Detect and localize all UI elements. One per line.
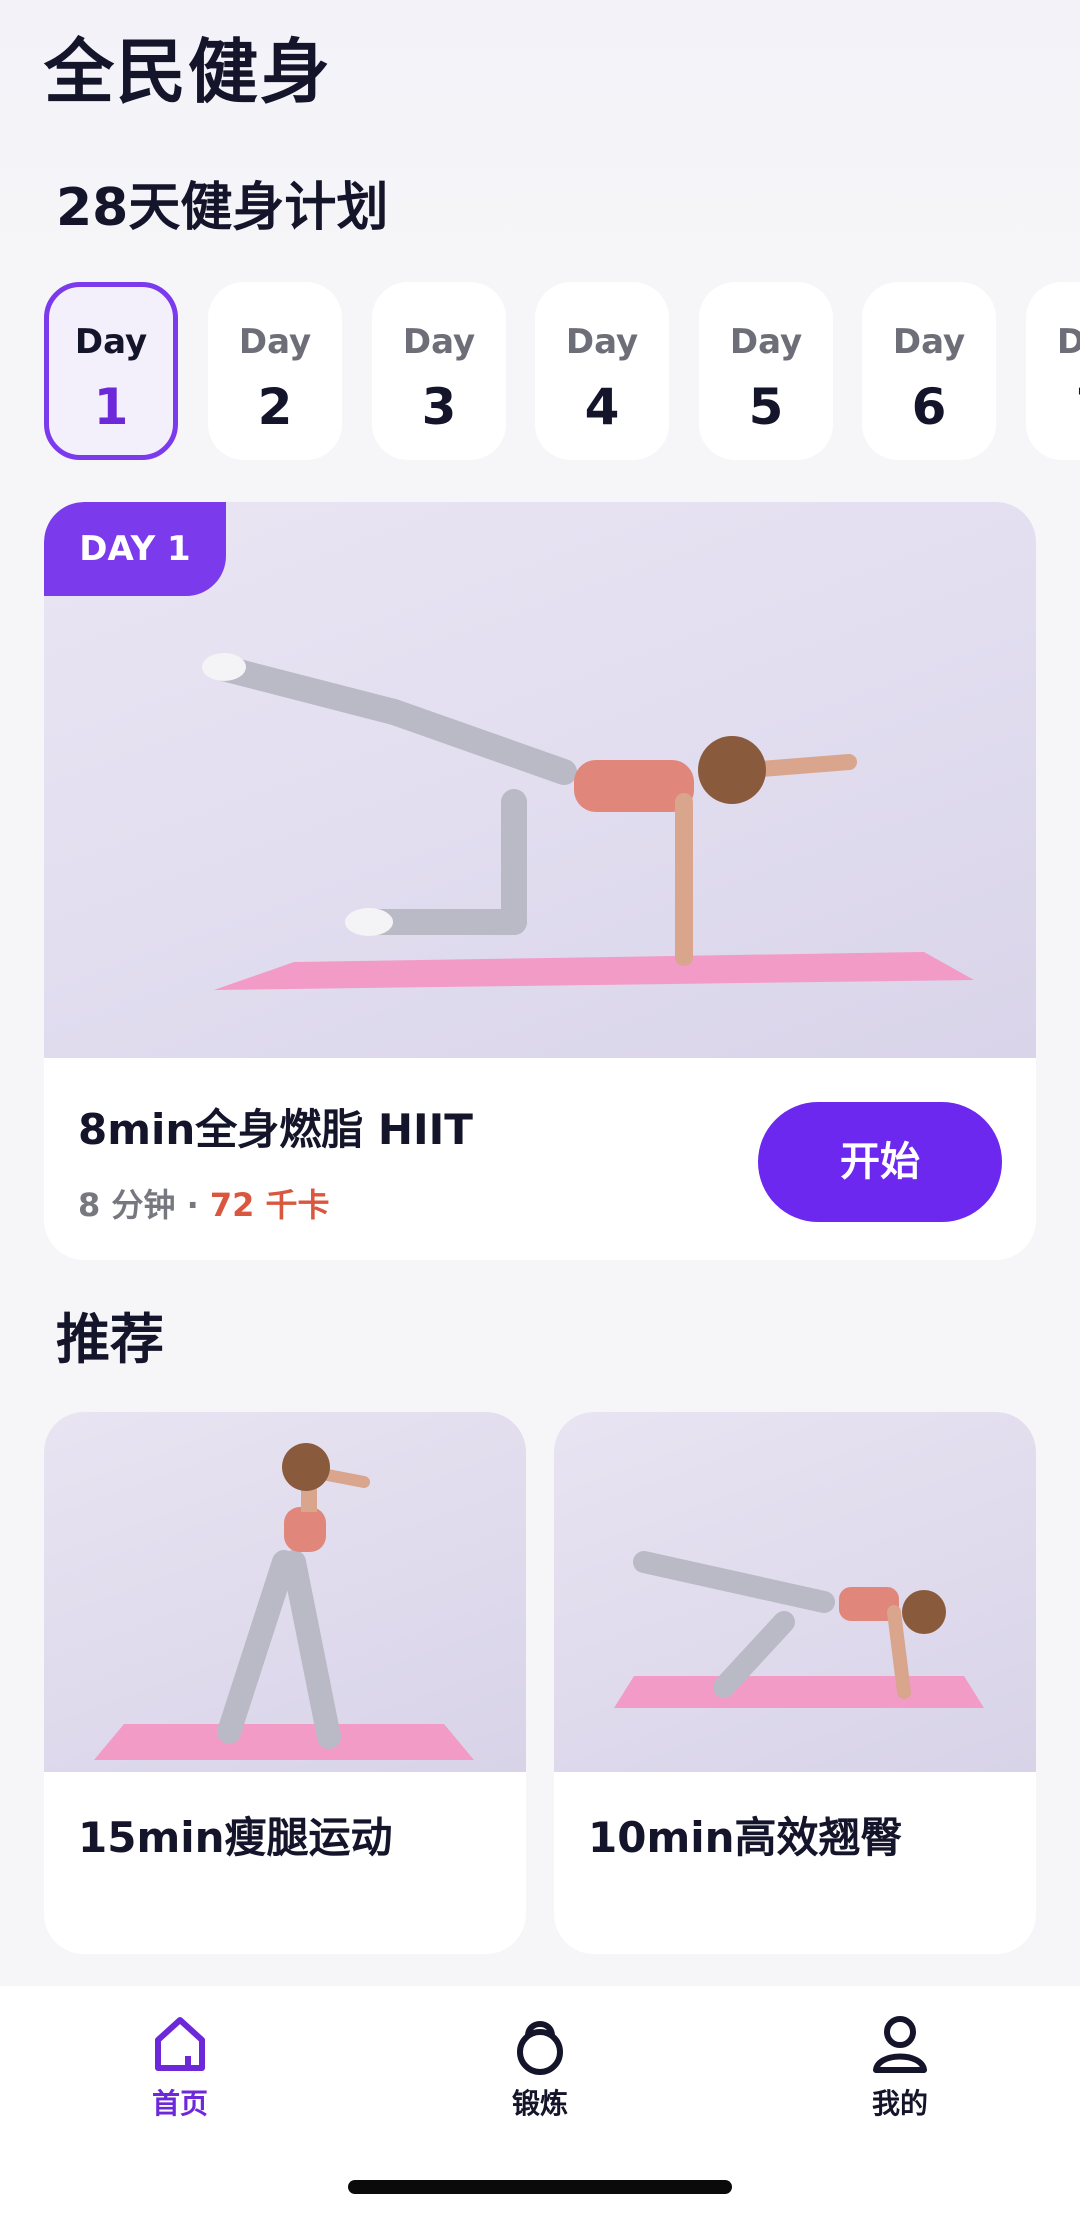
day-chip-label: Day xyxy=(238,322,312,362)
day-chip-number: 2 xyxy=(257,378,293,436)
user-icon xyxy=(873,2016,927,2073)
day-chip-number: 1 xyxy=(93,378,129,436)
meta-separator: · xyxy=(175,1186,210,1224)
day-selector: Day 1 Day 2 Day 3 Day 4 Day 5 Day 6 Day … xyxy=(44,282,1080,464)
app-title: 全民健身 xyxy=(44,31,332,113)
today-workout-card[interactable]: DAY 1 8min全身燃脂 HIIT 8 分钟 · 72 千卡 开始 xyxy=(44,502,1036,1260)
day-chip-4[interactable]: Day 4 xyxy=(535,282,669,460)
exercise-head xyxy=(698,736,766,804)
day-badge: DAY 1 xyxy=(44,502,226,596)
day-chip-2[interactable]: Day 2 xyxy=(208,282,342,460)
tab-profile[interactable]: 我的 xyxy=(790,1986,1010,2136)
day-chip-label: Day xyxy=(74,322,148,362)
tab-home[interactable]: 首页 xyxy=(70,1986,290,2136)
tab-label: 锻炼 xyxy=(511,2087,568,2120)
day-chip-7[interactable]: Day 7 xyxy=(1026,282,1080,460)
workout-photo: DAY 1 xyxy=(44,502,1036,1058)
day-chip-label: Day xyxy=(729,322,803,362)
day-chip-number: 3 xyxy=(421,378,457,436)
day-chip-number: 7 xyxy=(1026,378,1080,436)
workout-title: 8min全身燃脂 HIIT xyxy=(78,1105,473,1154)
home-icon xyxy=(155,2017,205,2071)
tab-label: 首页 xyxy=(151,2087,208,2120)
recommend-title: 推荐 xyxy=(56,1308,164,1371)
day-chip-5[interactable]: Day 5 xyxy=(699,282,833,460)
workout-photo xyxy=(44,1412,526,1772)
day-chip-3[interactable]: Day 3 xyxy=(372,282,506,460)
recommend-card-2[interactable]: 10min高效翘臀 xyxy=(554,1412,1036,1954)
exercise-figure xyxy=(206,654,577,935)
day-chip-label: Day xyxy=(565,322,639,362)
tab-workout[interactable]: 锻炼 xyxy=(430,1986,650,2136)
day-chip-1[interactable]: Day 1 xyxy=(44,282,178,460)
yoga-mat xyxy=(214,952,974,990)
home-indicator xyxy=(348,2180,732,2194)
day-chip-6[interactable]: Day 6 xyxy=(862,282,996,460)
day-chip-number: 5 xyxy=(748,378,784,436)
day-chip-label: Day xyxy=(892,322,966,362)
tab-label: 我的 xyxy=(871,2087,928,2120)
day-chip-number: 6 xyxy=(911,378,947,436)
workout-meta: 8 分钟 · 72 千卡 xyxy=(78,1180,330,1230)
start-button[interactable]: 开始 xyxy=(758,1102,1002,1222)
day-chip-number: 4 xyxy=(584,378,620,436)
kettlebell-icon xyxy=(517,2021,563,2075)
recommend-card-1[interactable]: 15min瘦腿运动 xyxy=(44,1412,526,1954)
recommend-card-title: 10min高效翘臀 xyxy=(588,1813,903,1862)
plan-title: 28天健身计划 xyxy=(56,178,389,238)
workout-calories: 72 千卡 xyxy=(209,1186,330,1224)
workout-duration: 8 分钟 xyxy=(78,1186,176,1224)
workout-photo xyxy=(554,1412,1036,1772)
day-chip-label: Day xyxy=(1056,322,1080,362)
day-chip-label: Day xyxy=(402,322,476,362)
recommend-card-title: 15min瘦腿运动 xyxy=(78,1813,393,1862)
